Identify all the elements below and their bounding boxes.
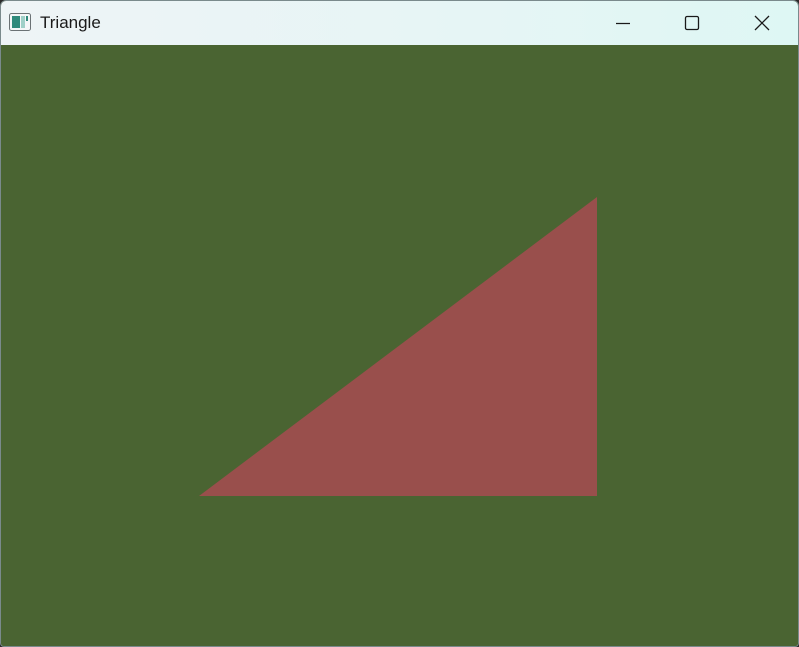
scene-svg xyxy=(1,45,798,646)
app-window: Triangle xyxy=(0,0,799,647)
close-icon xyxy=(754,15,770,31)
window-title: Triangle xyxy=(40,13,101,32)
maximize-icon xyxy=(684,15,700,31)
app-window-icon xyxy=(9,13,31,31)
maximize-button[interactable] xyxy=(657,1,727,45)
render-canvas[interactable] xyxy=(1,45,798,646)
close-button[interactable] xyxy=(727,1,797,45)
title-bar[interactable]: Triangle xyxy=(1,1,798,45)
minimize-button[interactable] xyxy=(588,1,658,45)
minimize-icon xyxy=(615,15,631,31)
